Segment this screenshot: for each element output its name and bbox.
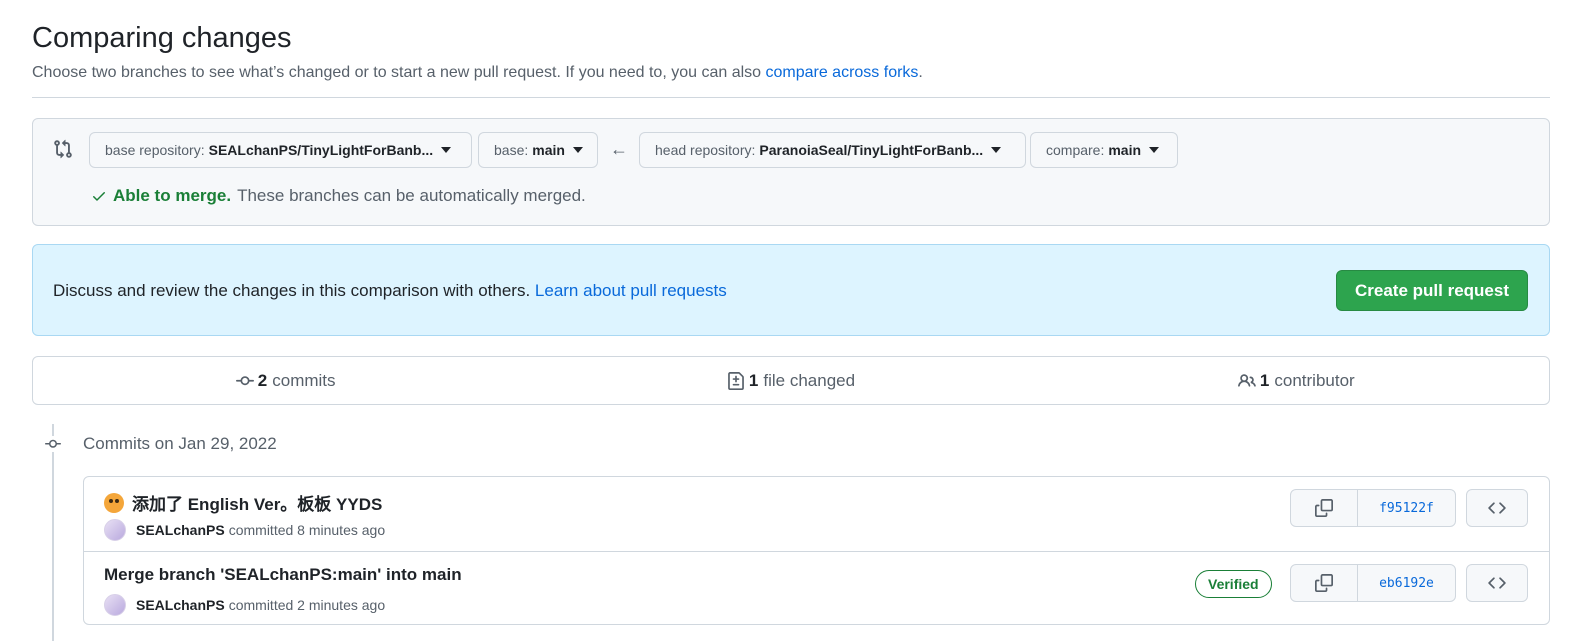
chevron-down-icon — [572, 147, 583, 153]
create-pull-request-button[interactable]: Create pull request — [1336, 270, 1528, 311]
base-branch-value: main — [532, 142, 565, 158]
compare-branch-value: main — [1108, 142, 1142, 158]
base-repository-label: base repository: — [105, 142, 205, 158]
check-icon — [93, 192, 105, 201]
commit-sha-group: f95122f — [1290, 489, 1456, 527]
subtitle-end: . — [918, 64, 923, 81]
range-editor: base repository: SEALchanPS/TinyLightFor… — [32, 118, 1550, 226]
merge-status: Able to merge. These branches can be aut… — [91, 186, 586, 206]
info-description: Discuss and review the changes in this c… — [53, 281, 535, 300]
commit-time: committed 8 minutes ago — [228, 522, 386, 538]
subtitle-text: Choose two branches to see what’s change… — [32, 64, 766, 81]
commit-author[interactable]: SEALchanPS — [136, 522, 225, 538]
files-changed-tab[interactable]: 1 file changed — [538, 357, 1043, 404]
commit-time: committed 2 minutes ago — [228, 597, 386, 613]
commit-meta: SEALchanPS committed 8 minutes ago — [104, 519, 385, 541]
commit-sha-link[interactable]: eb6192e — [1358, 565, 1455, 601]
emoji-icon — [104, 492, 124, 513]
git-compare-icon — [54, 139, 72, 159]
verified-badge[interactable]: Verified — [1195, 570, 1272, 598]
file-diff-icon — [728, 371, 744, 390]
commit-list: 添加了 English Ver。板板 YYDS SEALchanPS commi… — [83, 476, 1550, 625]
base-branch-select[interactable]: base: main — [478, 132, 598, 168]
code-icon — [1488, 577, 1506, 589]
commit-title[interactable]: 添加了 English Ver。板板 YYDS — [104, 490, 382, 515]
contributors-label: contributor — [1274, 370, 1355, 390]
copy-sha-button[interactable] — [1291, 490, 1358, 526]
base-repository-select[interactable]: base repository: SEALchanPS/TinyLightFor… — [89, 132, 472, 168]
head-repository-select[interactable]: head repository: ParanoiaSeal/TinyLightF… — [639, 132, 1026, 168]
copy-icon — [1315, 499, 1333, 517]
arrow-left-icon: ← — [610, 139, 628, 159]
git-commit-icon — [44, 436, 62, 452]
commit-message[interactable]: 添加了 English Ver。板板 YYDS — [132, 490, 382, 515]
compare-across-forks-link[interactable]: compare across forks — [765, 64, 918, 81]
merge-ok-label: Able to merge. — [113, 186, 232, 205]
commit-row: Merge branch 'SEALchanPS:main' into main… — [84, 551, 1549, 625]
commit-meta: SEALchanPS committed 2 minutes ago — [104, 594, 385, 616]
page-subtitle: Choose two branches to see what’s change… — [32, 64, 923, 82]
copy-sha-button[interactable] — [1291, 565, 1358, 601]
chevron-down-icon — [991, 147, 1002, 153]
header-divider — [32, 97, 1550, 98]
compare-branch-select[interactable]: compare: main — [1030, 132, 1178, 168]
commit-sha-group: eb6192e — [1290, 564, 1456, 602]
contributors-tab[interactable]: 1 contributor — [1044, 357, 1549, 404]
git-commit-icon — [235, 375, 254, 385]
commit-author[interactable]: SEALchanPS — [136, 597, 225, 613]
commit-title[interactable]: Merge branch 'SEALchanPS:main' into main — [104, 565, 462, 585]
commit-message[interactable]: Merge branch 'SEALchanPS:main' into main — [104, 565, 462, 585]
pull-request-info-box: Discuss and review the changes in this c… — [32, 244, 1550, 336]
timeline-line — [52, 424, 54, 641]
compare-branch-label: compare: — [1046, 142, 1105, 158]
commit-row: 添加了 English Ver。板板 YYDS SEALchanPS commi… — [84, 477, 1549, 551]
commit-sha-link[interactable]: f95122f — [1358, 490, 1455, 526]
base-branch-label: base: — [494, 142, 529, 158]
comparison-summary: 2 commits 1 file changed 1 contributor — [32, 356, 1550, 405]
page-title: Comparing changes — [32, 22, 292, 54]
commits-date-heading: Commits on Jan 29, 2022 — [83, 434, 277, 453]
base-repository-value: SEALchanPS/TinyLightForBanb... — [208, 142, 434, 158]
head-repository-value: ParanoiaSeal/TinyLightForBanb... — [759, 142, 984, 158]
chevron-down-icon — [441, 147, 452, 153]
chevron-down-icon — [1149, 147, 1160, 153]
code-icon — [1488, 502, 1506, 514]
browse-repo-button[interactable] — [1466, 564, 1528, 602]
files-label: file changed — [763, 370, 856, 390]
avatar[interactable] — [104, 594, 126, 616]
people-icon — [1237, 373, 1256, 387]
contributors-count: 1 — [1259, 370, 1270, 390]
browse-repo-button[interactable] — [1466, 489, 1528, 527]
head-repository-label: head repository: — [655, 142, 756, 158]
copy-icon — [1315, 574, 1333, 592]
avatar[interactable] — [104, 519, 126, 541]
files-count: 1 — [748, 370, 759, 390]
merge-status-text: These branches can be automatically merg… — [237, 186, 586, 205]
commits-tab[interactable]: 2 commits — [33, 357, 538, 404]
commits-count: 2 — [257, 370, 268, 390]
commits-label: commits — [272, 370, 336, 390]
info-text: Discuss and review the changes in this c… — [53, 281, 727, 301]
learn-about-pull-requests-link[interactable]: Learn about pull requests — [535, 281, 727, 300]
